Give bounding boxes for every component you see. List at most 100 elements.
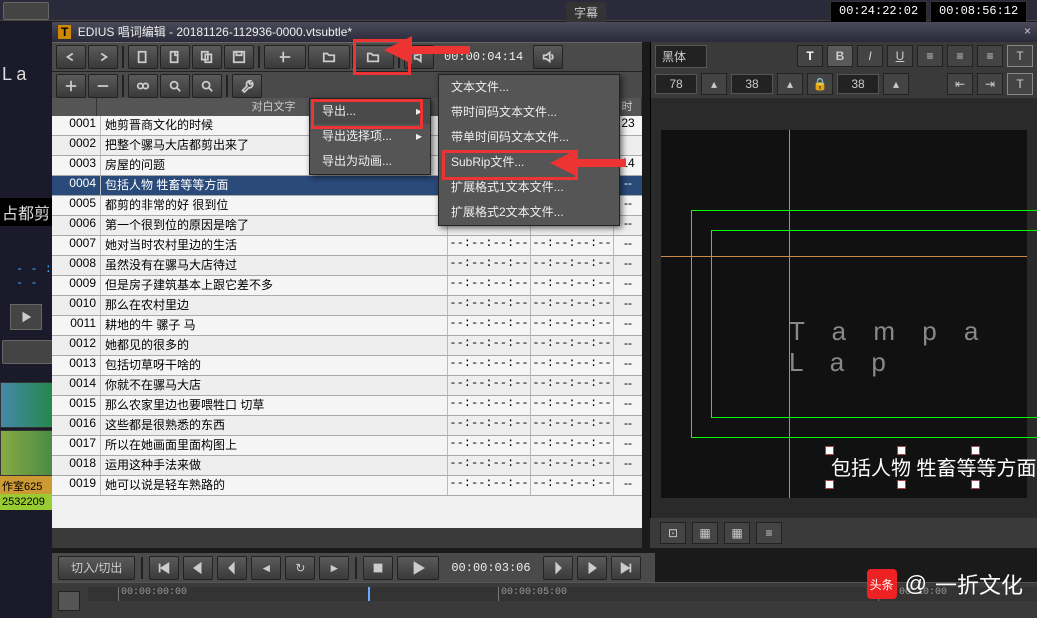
preview-canvas[interactable]: T a m p a L a p 包括人物 牲畜等等方面 [661, 130, 1027, 498]
bold-button[interactable]: B [827, 45, 853, 67]
new-button[interactable] [128, 45, 158, 69]
text-color-button[interactable]: T [797, 45, 823, 67]
prev-frame-button[interactable] [217, 556, 247, 580]
speaker2-button[interactable] [533, 45, 563, 69]
left-chip-2: 2532209 [0, 494, 56, 510]
align-l-button[interactable]: ≡ [917, 45, 943, 67]
table-row[interactable]: 0017所以在她画面里面构图上--:--:--:----:--:--:---- [52, 436, 642, 456]
menu-item[interactable]: SubRip文件... [439, 150, 619, 175]
prev-zoom-fit[interactable]: ⊡ [660, 522, 686, 544]
add-button[interactable] [56, 74, 86, 98]
menu-item[interactable]: 导出选择项...▸ [310, 124, 430, 149]
table-row[interactable]: 0013包括切草呀干啥的--:--:--:----:--:--:---- [52, 356, 642, 376]
left-btn[interactable] [2, 340, 54, 364]
file-button[interactable] [160, 45, 190, 69]
handle-bm1[interactable] [897, 480, 906, 489]
playhead[interactable] [368, 587, 370, 601]
import-folder-button[interactable] [308, 45, 350, 69]
handle-tm1[interactable] [897, 446, 906, 455]
size-vert-input[interactable]: 78 [655, 74, 697, 94]
underline-button[interactable]: U [887, 45, 913, 67]
prev-grid-4[interactable]: ▦ [724, 522, 750, 544]
table-row[interactable]: 0007她对当时农村里边的生活--:--:--:----:--:--:---- [52, 236, 642, 256]
menu-item[interactable]: 扩展格式1文本文件... [439, 175, 619, 200]
step-up-1[interactable]: ▴ [701, 73, 727, 95]
menu-item[interactable]: 带单时间码文本文件... [439, 125, 619, 150]
table-row[interactable]: 0015那么农家里边也要喂牲口 切草--:--:--:----:--:--:--… [52, 396, 642, 416]
next-cut-button[interactable]: ► [319, 556, 349, 580]
link-button[interactable] [128, 74, 158, 98]
lock-icon[interactable]: 🔒 [807, 73, 833, 95]
handle-bl[interactable] [825, 480, 834, 489]
zimu-label: 字幕 [566, 2, 606, 23]
redo-button[interactable] [88, 45, 118, 69]
timecode-2: 00:08:56:12 [930, 1, 1027, 23]
left-frag-text: 占都剪 [0, 198, 56, 226]
align-c-button[interactable]: ≡ [947, 45, 973, 67]
menu-item[interactable]: 导出为动画... [310, 149, 430, 174]
step-back-button[interactable] [183, 556, 213, 580]
table-row[interactable]: 0008虽然没有在骡马大店待过--:--:--:----:--:--:---- [52, 256, 642, 276]
align-r-button[interactable]: ≡ [977, 45, 1003, 67]
jump-end-button[interactable] [611, 556, 641, 580]
copy-button[interactable] [192, 45, 222, 69]
text-tool2-button[interactable]: T [1007, 73, 1033, 95]
italic-button[interactable]: I [857, 45, 883, 67]
left-clip-1[interactable] [0, 382, 58, 428]
font-select[interactable]: 黑体 [655, 45, 707, 68]
jump-start-button[interactable] [149, 556, 179, 580]
prev-list[interactable]: ≡ [756, 522, 782, 544]
export-submenu: 文本文件...带时间码文本文件...带单时间码文本文件...SubRip文件..… [438, 74, 620, 226]
deco-pill [3, 2, 49, 20]
next-frame-button[interactable] [543, 556, 573, 580]
table-row[interactable]: 0019她可以说是轻车熟路的--:--:--:----:--:--:---- [52, 476, 642, 496]
handle-tl[interactable] [825, 446, 834, 455]
watermark-logo: 头条 [867, 569, 897, 599]
play-button-left[interactable] [10, 304, 42, 330]
text-tool-button[interactable]: T [1007, 45, 1033, 67]
left-clip-2[interactable] [0, 430, 58, 476]
timeline-toggle[interactable] [58, 591, 80, 611]
prev-grid-3[interactable]: ▦ [692, 522, 718, 544]
table-row[interactable]: 0010那么在农村里边--:--:--:----:--:--:---- [52, 296, 642, 316]
apply-button[interactable] [264, 45, 306, 69]
tool-button[interactable] [232, 74, 262, 98]
prev-cut-button[interactable]: ◄ [251, 556, 281, 580]
speaker-button[interactable] [404, 45, 434, 69]
cut-button[interactable]: 切入/切出 [58, 556, 135, 580]
table-row[interactable]: 0011耕地的牛 骡子 马--:--:--:----:--:--:---- [52, 316, 642, 336]
step-up-3[interactable]: ▴ [883, 73, 909, 95]
size-horz-input[interactable]: 38 [731, 74, 773, 94]
export-folder-button[interactable] [352, 45, 394, 69]
table-row[interactable]: 0009但是房子建筑基本上跟它差不多--:--:--:----:--:--:--… [52, 276, 642, 296]
table-row[interactable]: 0014你就不在骡马大店--:--:--:----:--:--:---- [52, 376, 642, 396]
table-row[interactable]: 0018运用这种手法来做--:--:--:----:--:--:---- [52, 456, 642, 476]
step-fwd-button[interactable] [577, 556, 607, 580]
tab-l-button[interactable]: ⇤ [947, 73, 973, 95]
toolbar-row-1: 00:00:04:14 [52, 42, 642, 72]
kern-input[interactable]: 38 [837, 74, 879, 94]
menu-item[interactable]: 导出...▸ [310, 99, 430, 124]
menu-item[interactable]: 带时间码文本文件... [439, 100, 619, 125]
undo-button[interactable] [56, 45, 86, 69]
handle-tm2[interactable] [971, 446, 980, 455]
tick-1: 00:00:05:00 [498, 587, 567, 601]
search-button[interactable] [160, 74, 190, 98]
menu-item[interactable]: 文本文件... [439, 75, 619, 100]
menu-item[interactable]: 扩展格式2文本文件... [439, 200, 619, 225]
table-row[interactable]: 0012她都见的很多的--:--:--:----:--:--:---- [52, 336, 642, 356]
save-button[interactable] [224, 45, 254, 69]
handle-bm2[interactable] [971, 480, 980, 489]
stop-button[interactable] [363, 556, 393, 580]
title-text: EDIUS 唱词编辑 - 20181126-112936-0000.vtsubt… [78, 25, 352, 39]
search2-button[interactable] [192, 74, 222, 98]
preview-bottom-bar: ⊡ ▦ ▦ ≡ [650, 518, 1037, 548]
play-button[interactable] [397, 556, 439, 580]
remove-button[interactable] [88, 74, 118, 98]
preview-subtitle[interactable]: 包括人物 牲畜等等方面 [831, 452, 1037, 481]
tab-r-button[interactable]: ⇥ [977, 73, 1003, 95]
step-up-2[interactable]: ▴ [777, 73, 803, 95]
close-icon[interactable]: × [1024, 24, 1031, 38]
loop-button[interactable]: ↻ [285, 556, 315, 580]
table-row[interactable]: 0016这些都是很熟悉的东西--:--:--:----:--:--:---- [52, 416, 642, 436]
